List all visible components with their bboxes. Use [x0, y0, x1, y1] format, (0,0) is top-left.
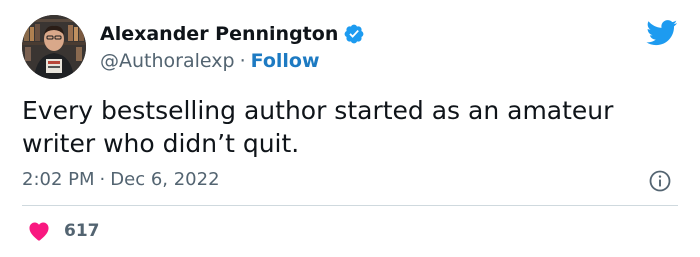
tweet-card: Alexander Pennington @Authoralexp · Foll…: [0, 0, 700, 257]
author-info: Alexander Pennington @Authoralexp · Foll…: [100, 20, 365, 74]
handle[interactable]: @Authoralexp: [100, 50, 235, 72]
display-name[interactable]: Alexander Pennington: [100, 23, 338, 45]
separator-dot: ·: [239, 50, 246, 72]
tweet-timestamp[interactable]: 2:02 PM · Dec 6, 2022: [22, 166, 220, 192]
avatar[interactable]: [22, 15, 86, 79]
info-icon[interactable]: [648, 169, 672, 193]
separator-dot: ·: [99, 168, 106, 190]
heart-icon[interactable]: [28, 221, 50, 241]
name-row: Alexander Pennington: [100, 20, 365, 48]
tweet-date[interactable]: Dec 6, 2022: [110, 169, 219, 190]
likes-row[interactable]: 617: [28, 217, 100, 245]
divider: [22, 205, 678, 206]
follow-button[interactable]: Follow: [251, 50, 320, 72]
tweet-header: Alexander Pennington @Authoralexp · Foll…: [22, 14, 365, 80]
twitter-bird-icon[interactable]: [646, 20, 678, 46]
tweet-time[interactable]: 2:02 PM: [22, 169, 95, 190]
like-count: 617: [64, 221, 100, 241]
tweet-text: Every bestselling author started as an a…: [22, 96, 614, 158]
handle-row: @Authoralexp · Follow: [100, 48, 365, 74]
verified-badge-icon: [343, 23, 365, 45]
